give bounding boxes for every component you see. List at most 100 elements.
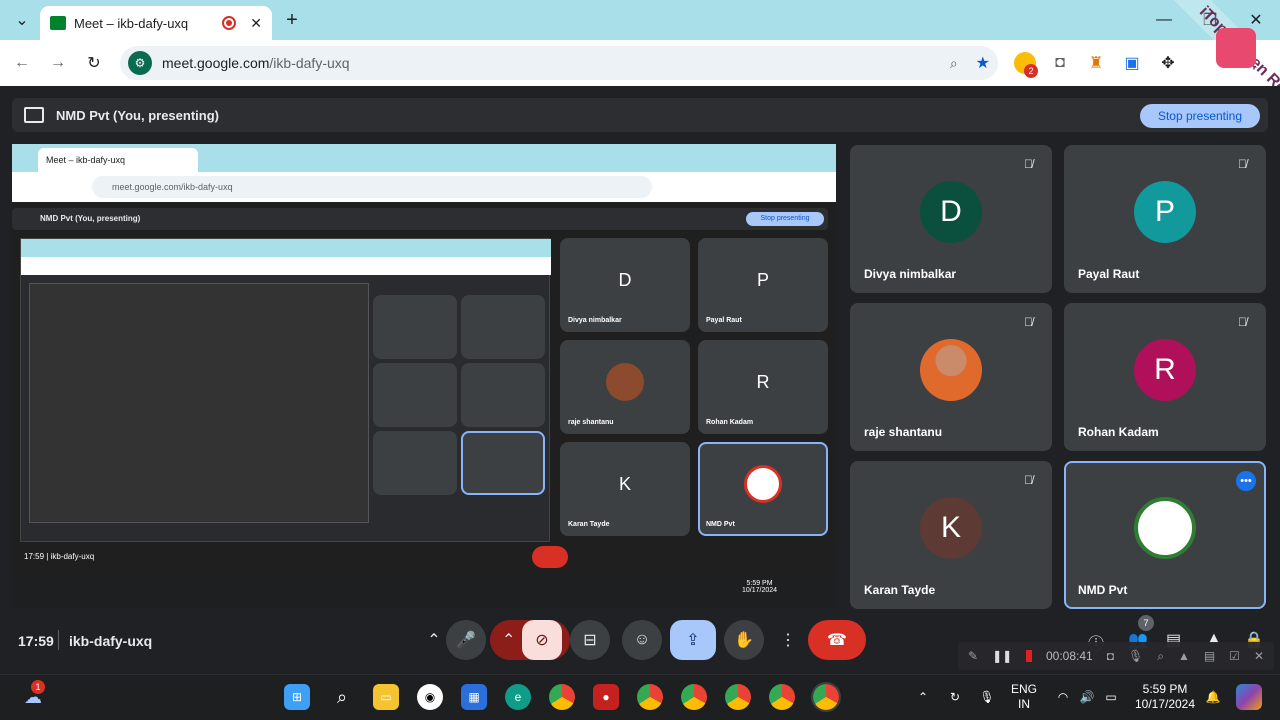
end-call-button[interactable]: ☎	[808, 620, 866, 660]
wifi-icon[interactable]: ◠	[1050, 684, 1076, 710]
chrome-profile-icon[interactable]	[769, 684, 795, 710]
raise-hand-button[interactable]: ✋	[724, 620, 764, 660]
tray-chevron-icon[interactable]: ⌃	[910, 684, 936, 710]
address-bar[interactable]: ⚙ meet.google.com /ikb-dafy-uxq ⌕ ★	[120, 46, 998, 80]
avatar: K	[920, 497, 982, 559]
muted-mic-icon: 🎙̸	[1024, 315, 1033, 329]
extension-badge: 2	[1024, 64, 1038, 78]
mic-button[interactable]: 🎤	[446, 620, 486, 660]
muted-mic-icon: 🎙̸	[1238, 157, 1247, 171]
mic-muted-icon[interactable]: 🎙	[1128, 649, 1143, 663]
chrome-profile-icon[interactable]	[811, 682, 841, 712]
tab-title: Meet – ikb-dafy-uxq	[74, 15, 189, 31]
reload-icon[interactable]: ↻	[80, 49, 108, 77]
shared-tab-title: Meet – ikb-dafy-uxq	[38, 148, 198, 172]
participant-name: Rohan Kadam	[1078, 425, 1159, 439]
file-explorer-icon[interactable]: ▭	[373, 684, 399, 710]
participant-name: Divya nimbalkar	[864, 267, 957, 281]
shared-tile-divya: D Divya nimbalkar	[560, 238, 690, 332]
store-icon[interactable]: ▦	[461, 684, 487, 710]
participant-tile[interactable]: 🎙̸ R Rohan Kadam	[1064, 303, 1266, 451]
chrome-profile-icon[interactable]	[681, 684, 707, 710]
camera-off-button[interactable]: ⊘	[522, 620, 562, 660]
forward-icon[interactable]: →	[44, 49, 72, 77]
recorder-time: 00:08:41	[1046, 649, 1093, 663]
highlight-icon[interactable]: ▲	[1178, 649, 1190, 663]
muted-mic-icon: 🎙̸	[1238, 315, 1247, 329]
participant-tile-self[interactable]: ••• NMD Pvt	[1064, 461, 1266, 609]
shared-presenting-bar: NMD Pvt (You, presenting)	[12, 208, 828, 230]
avatar: D	[920, 181, 982, 243]
back-icon[interactable]: ←	[8, 49, 36, 77]
edge-icon[interactable]: e	[505, 684, 531, 710]
muted-mic-icon: 🎙̸	[1024, 157, 1033, 171]
shared-tile-payal: P Payal Raut	[698, 238, 828, 332]
zoom-search-icon[interactable]: ⌕	[950, 55, 958, 72]
edit-icon[interactable]: ☑	[1229, 649, 1240, 663]
copilot-icon[interactable]	[1236, 684, 1262, 710]
people-count-badge: 7	[1138, 615, 1154, 631]
battery-icon[interactable]: ▭	[1098, 684, 1124, 710]
weather-badge: 1	[31, 680, 45, 694]
recorder-toolbar: ✎ ❚❚ 00:08:41 ◘ 🎙 ⌕ ▲ ▤ ☑ ✕	[958, 642, 1274, 670]
chrome-profile-icon[interactable]	[637, 684, 663, 710]
recorder-app-icon[interactable]: ●	[593, 684, 619, 710]
shared-stop-presenting: Stop presenting	[746, 212, 824, 226]
shared-meeting-info: 17:59 | ikb-dafy-uxq	[24, 552, 95, 561]
language-indicator[interactable]: ENG IN	[1006, 682, 1042, 712]
camera-extension-icon[interactable]: ◘	[1046, 49, 1074, 77]
meeting-time: 17:59	[18, 633, 54, 649]
shared-tile-rohan: R Rohan Kadam	[698, 340, 828, 434]
nested-shared-screen	[20, 238, 551, 542]
extension-icon[interactable]: ♜	[1082, 49, 1110, 77]
muted-mic-icon: 🎙̸	[1024, 473, 1033, 487]
presenting-label: NMD Pvt (You, presenting)	[56, 107, 219, 123]
stop-presenting-button[interactable]: Stop presenting	[1140, 104, 1260, 128]
sync-icon[interactable]: ↻	[942, 684, 968, 710]
meeting-code: ikb-dafy-uxq	[69, 633, 153, 649]
present-screen-icon	[24, 107, 44, 123]
pen-icon[interactable]: ✎	[968, 649, 978, 663]
app-icon[interactable]: ◉	[417, 684, 443, 710]
captions-button[interactable]: ⊟	[570, 620, 610, 660]
clock[interactable]: 5:59 PM 10/17/2024	[1130, 682, 1200, 712]
shared-tile-raje: raje shantanu	[560, 340, 690, 434]
participant-tile[interactable]: 🎙̸ K Karan Tayde	[850, 461, 1052, 609]
shared-tile-karan: K Karan Tayde	[560, 442, 690, 536]
shared-taskbar	[12, 574, 836, 608]
more-options-icon[interactable]: •••	[1236, 471, 1256, 491]
chrome-icon[interactable]	[549, 684, 575, 710]
participant-name: Payal Raut	[1078, 267, 1140, 281]
recorder-close-icon[interactable]: ✕	[1254, 649, 1264, 663]
participant-name: raje shantanu	[864, 425, 943, 439]
avatar-photo	[920, 339, 982, 401]
recorder-logo-icon	[1216, 28, 1256, 68]
stop-record-icon[interactable]	[1026, 650, 1032, 662]
participant-tile[interactable]: 🎙̸ P Payal Raut	[1064, 145, 1266, 293]
participant-tile[interactable]: 🎙̸ D Divya nimbalkar	[850, 145, 1052, 293]
keyboard-icon[interactable]: ▤	[1204, 649, 1215, 663]
pause-icon[interactable]: ❚❚	[992, 649, 1012, 663]
participant-tile[interactable]: 🎙̸ raje shantanu	[850, 303, 1052, 451]
bookmark-star-icon[interactable]: ★	[976, 53, 990, 73]
presenting-bar: NMD Pvt (You, presenting)	[12, 98, 1268, 132]
tray-mic-icon[interactable]: 🎙	[974, 684, 1000, 710]
more-options-button[interactable]: ⋮	[768, 620, 808, 660]
notifications-bell-icon[interactable]: 🔔	[1200, 684, 1226, 710]
screenshot-icon[interactable]: ◘	[1107, 649, 1114, 663]
emoji-reaction-button[interactable]: ☺	[622, 620, 662, 660]
avatar: R	[1134, 339, 1196, 401]
site-info-icon[interactable]: ⚙	[128, 51, 152, 75]
url-host: meet.google.com	[162, 55, 270, 71]
browser-tab[interactable]: Meet – ikb-dafy-uxq ✕	[40, 6, 272, 40]
present-screen-button[interactable]: ⇪	[670, 620, 716, 660]
new-tab-button[interactable]: +	[278, 6, 306, 34]
start-windows-icon[interactable]: ⊞	[284, 684, 310, 710]
chrome-profile-icon[interactable]	[725, 684, 751, 710]
search-icon[interactable]: ⌕	[329, 684, 355, 710]
zoom-icon[interactable]: ⌕	[1157, 649, 1164, 664]
tab-search-chevron-icon[interactable]: ⌄	[8, 6, 36, 34]
shared-end-call	[532, 546, 568, 568]
volume-icon[interactable]: 🔊	[1074, 684, 1100, 710]
tab-close-icon[interactable]: ✕	[250, 15, 262, 32]
